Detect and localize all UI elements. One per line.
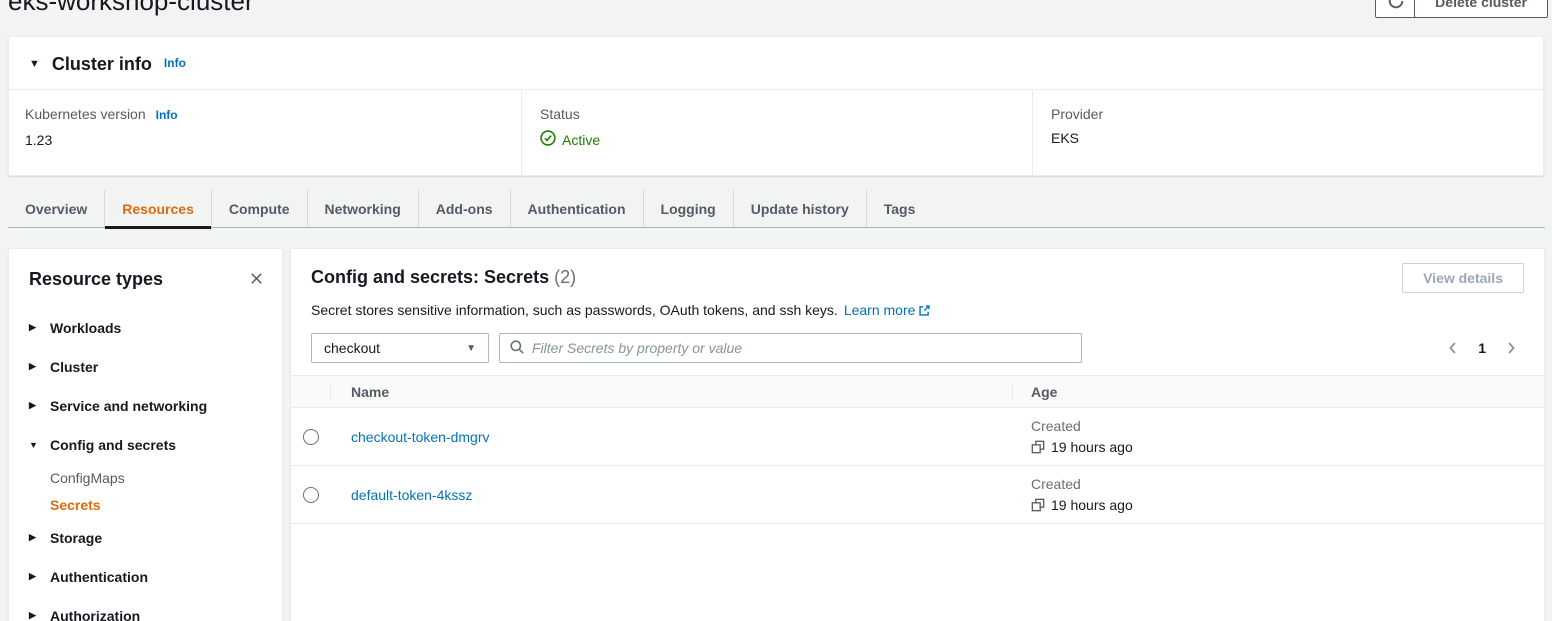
pagination: 1 — [1443, 338, 1524, 358]
secret-name-link[interactable]: default-token-4kssz — [351, 487, 472, 503]
next-page-button[interactable] — [1501, 338, 1521, 358]
copy-button[interactable] — [1031, 498, 1045, 512]
tab-logging[interactable]: Logging — [644, 190, 734, 227]
age-cell: Created 19 hours ago — [1013, 418, 1544, 455]
refresh-button[interactable] — [1375, 0, 1417, 18]
search-box — [499, 333, 1082, 363]
tab-resources[interactable]: Resources — [105, 190, 212, 227]
cluster-tabs: Overview Resources Compute Networking Ad… — [8, 190, 1545, 228]
expand-icon: ▶ — [29, 361, 39, 372]
collapse-section-icon[interactable]: ▼ — [29, 54, 40, 74]
provider-label: Provider — [1051, 106, 1103, 122]
status-active-icon — [540, 130, 556, 149]
provider-field: Provider EKS — [1032, 90, 1543, 176]
panel-title: Config and secrets: Secrets(2) — [311, 267, 576, 288]
kubernetes-version-field: Kubernetes version Info 1.23 — [9, 90, 521, 176]
name-column-header: Name — [331, 376, 1013, 407]
copy-icon — [1031, 442, 1045, 457]
delete-cluster-button[interactable]: Delete cluster — [1414, 0, 1548, 18]
expand-icon: ▶ — [29, 322, 39, 333]
panel-description: Secret stores sensitive information, suc… — [291, 293, 1544, 320]
chevron-right-icon — [1503, 344, 1519, 359]
tab-compute[interactable]: Compute — [212, 190, 308, 227]
previous-page-button[interactable] — [1443, 338, 1463, 358]
chevron-left-icon — [1445, 344, 1461, 359]
status-field: Status Active — [521, 90, 1032, 176]
age-created-label: Created — [1031, 418, 1544, 434]
close-panel-button[interactable] — [247, 269, 266, 288]
age-value: 19 hours ago — [1051, 497, 1133, 513]
sidebar-item-configmaps[interactable]: ConfigMaps — [50, 464, 282, 491]
status-badge: Active — [562, 132, 600, 148]
tab-add-ons[interactable]: Add-ons — [419, 190, 511, 227]
age-value: 19 hours ago — [1051, 439, 1133, 455]
collapse-icon: ▼ — [29, 440, 39, 450]
age-column-header: Age — [1013, 384, 1544, 400]
external-link-icon — [918, 304, 931, 320]
close-icon — [249, 274, 264, 289]
sidebar-item-cluster[interactable]: ▶ Cluster — [29, 347, 282, 386]
tab-overview[interactable]: Overview — [8, 190, 105, 227]
sidebar-item-storage[interactable]: ▶ Storage — [29, 518, 282, 557]
sidebar-item-config-and-secrets[interactable]: ▼ Config and secrets — [29, 425, 282, 464]
caret-down-icon: ▼ — [466, 343, 476, 354]
kubernetes-version-label: Kubernetes version — [25, 106, 146, 122]
row-radio-button[interactable] — [303, 429, 319, 445]
copy-button[interactable] — [1031, 440, 1045, 454]
secrets-panel: Config and secrets: Secrets(2) View deta… — [290, 248, 1545, 621]
filter-scope-dropdown[interactable]: checkout ▼ — [311, 333, 489, 363]
cluster-info-title: Cluster info — [52, 54, 152, 74]
table-row: default-token-4kssz Created 19 hours ago — [291, 466, 1544, 524]
dropdown-value: checkout — [324, 340, 380, 356]
sidebar-item-secrets[interactable]: Secrets — [50, 491, 282, 518]
tab-tags[interactable]: Tags — [867, 190, 933, 227]
copy-icon — [1031, 500, 1045, 515]
table-row: checkout-token-dmgrv Created 19 hours ag… — [291, 408, 1544, 466]
cluster-info-header: ▼ Cluster info Info — [9, 37, 1543, 90]
refresh-icon — [1387, 0, 1405, 13]
cluster-info-body: Kubernetes version Info 1.23 Status Acti… — [9, 90, 1543, 176]
expand-icon: ▶ — [29, 400, 39, 411]
sidebar-item-workloads[interactable]: ▶ Workloads — [29, 308, 282, 347]
expand-icon: ▶ — [29, 571, 39, 582]
search-icon — [509, 339, 525, 358]
age-cell: Created 19 hours ago — [1013, 476, 1544, 513]
item-count: (2) — [554, 267, 576, 287]
tab-authentication[interactable]: Authentication — [511, 190, 644, 227]
page-title: eks-workshop-cluster — [8, 0, 254, 17]
kubernetes-version-info-link[interactable]: Info — [156, 106, 178, 124]
sidebar-item-authentication[interactable]: ▶ Authentication — [29, 557, 282, 596]
selection-column-header — [291, 376, 331, 407]
resource-types-title: Resource types — [29, 269, 163, 290]
learn-more-link[interactable]: Learn more — [844, 302, 932, 318]
view-details-button[interactable]: View details — [1402, 263, 1524, 293]
tab-networking[interactable]: Networking — [308, 190, 419, 227]
cluster-info-info-link[interactable]: Info — [164, 54, 186, 72]
resource-types-panel: Resource types ▶ Workloads ▶ Cluster ▶ S… — [8, 248, 283, 621]
secret-name-link[interactable]: checkout-token-dmgrv — [351, 429, 490, 445]
sidebar-item-service-and-networking[interactable]: ▶ Service and networking — [29, 386, 282, 425]
page-number[interactable]: 1 — [1478, 340, 1486, 356]
expand-icon: ▶ — [29, 532, 39, 543]
secrets-table: Name Age checkout-token-dmgrv Created 19… — [291, 375, 1544, 524]
provider-value: EKS — [1051, 130, 1523, 146]
cluster-info-section: ▼ Cluster info Info Kubernetes version I… — [8, 36, 1544, 176]
search-input[interactable] — [532, 340, 1072, 356]
row-radio-button[interactable] — [303, 487, 319, 503]
age-created-label: Created — [1031, 476, 1544, 492]
kubernetes-version-value: 1.23 — [25, 132, 501, 148]
eks-cluster-page: eks-workshop-cluster Delete cluster ▼ Cl… — [0, 0, 1552, 621]
tab-update-history[interactable]: Update history — [734, 190, 867, 227]
expand-icon: ▶ — [29, 610, 39, 621]
status-label: Status — [540, 106, 580, 122]
sidebar-item-authorization[interactable]: ▶ Authorization — [29, 596, 282, 621]
table-header-row: Name Age — [291, 375, 1544, 408]
